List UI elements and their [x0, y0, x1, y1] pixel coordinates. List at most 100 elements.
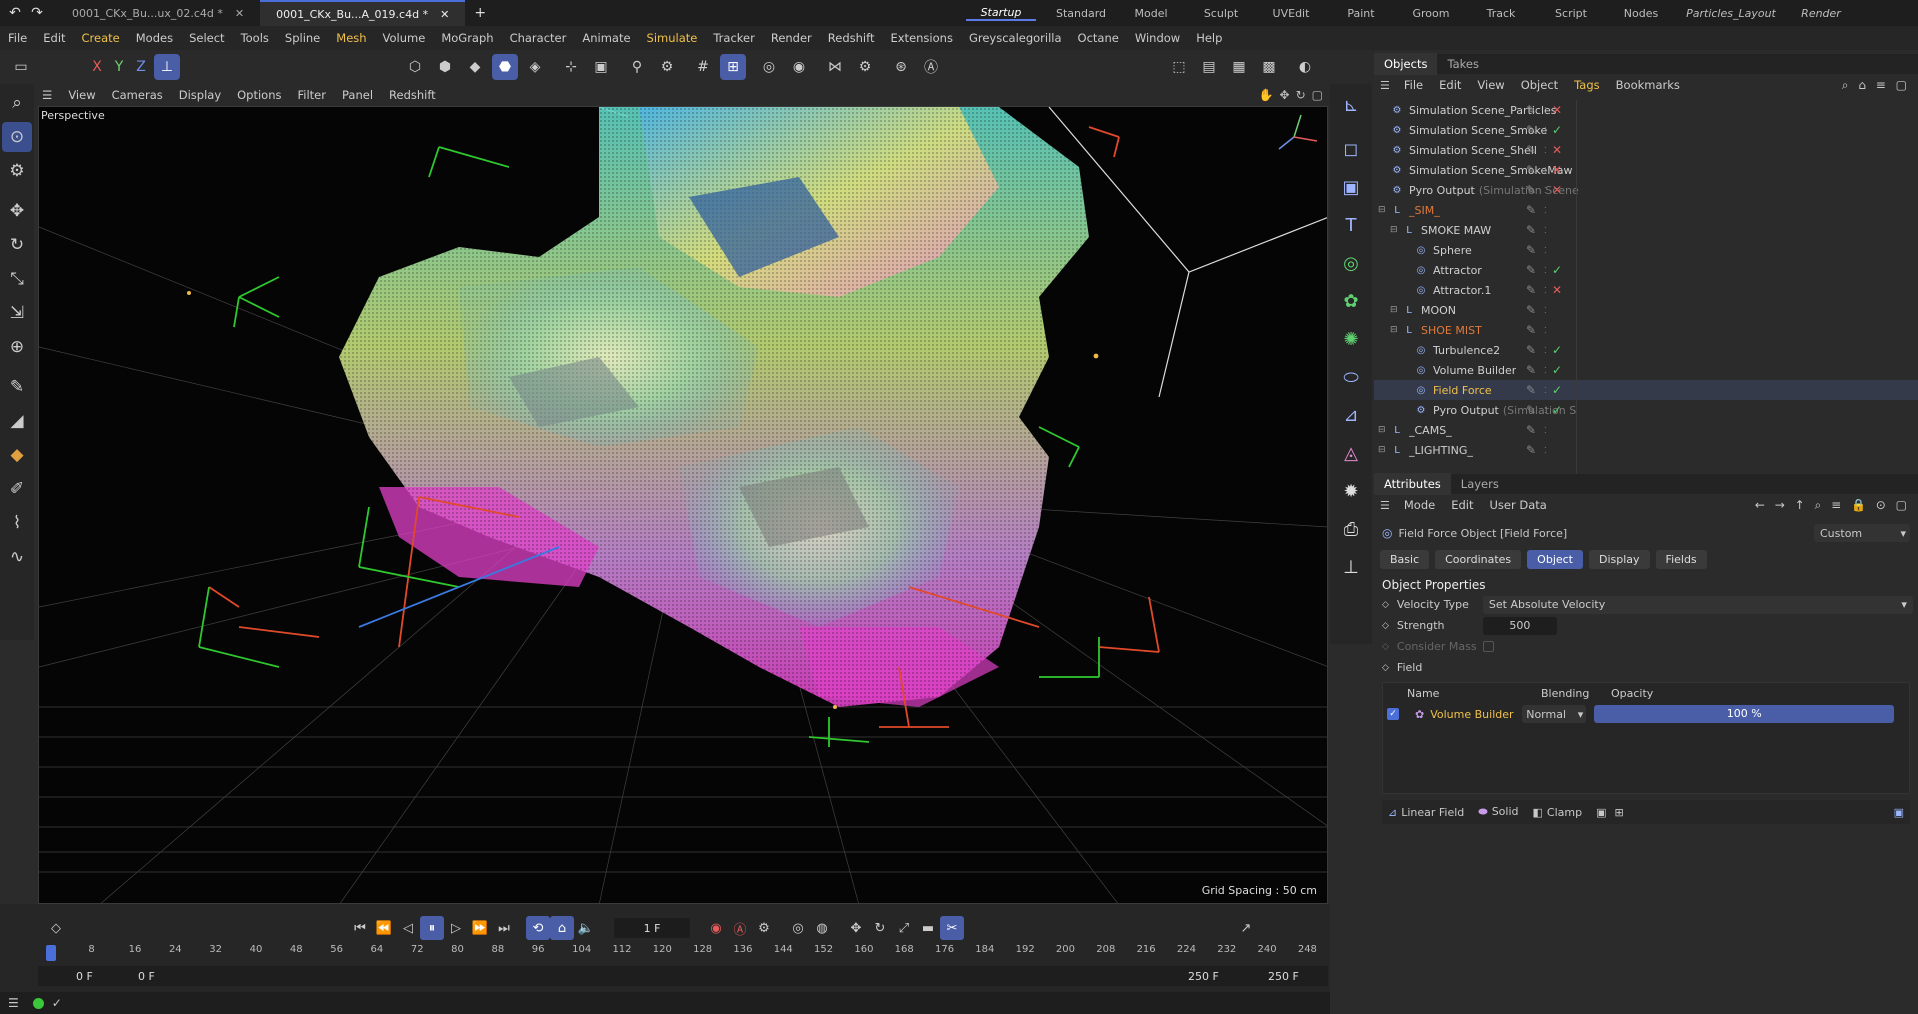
scale-tool-icon[interactable]: ⤡ [2, 264, 32, 294]
object-row[interactable]: ⚙ Simulation Scene_Smoke ✎ ⁚ ✓ [1374, 120, 1918, 140]
document-tab-1[interactable]: 0001_CKx_Bu...ux_02.c4d * ✕ [56, 0, 260, 26]
objects-menu-object[interactable]: Object [1513, 78, 1566, 92]
object-row[interactable]: ⚙ Pyro Output (Simulation S ✎ ⁚ ✓ [1374, 400, 1918, 420]
edit-icon[interactable]: ✎ [1526, 223, 1536, 237]
menu-tools[interactable]: Tools [233, 31, 277, 45]
start-frame-field[interactable]: 0 F [38, 970, 118, 983]
sound-icon[interactable]: 🔈 [574, 916, 598, 940]
object-row[interactable]: ⚙ Simulation Scene_Particles ✎ ⁚ ✕ [1374, 100, 1918, 120]
edges-mode-icon[interactable]: ⬢ [432, 54, 458, 80]
object-row[interactable]: ⚙ Simulation Scene_Shell ✎ ⁚ ✕ [1374, 140, 1918, 160]
key-param-icon[interactable]: ⤢ [892, 916, 916, 940]
object-row[interactable]: ◎ Sphere ✎ ⁚ [1374, 240, 1918, 260]
visibility-dots-icon[interactable]: ⁚ [1544, 126, 1547, 135]
preset-dropdown[interactable]: Custom ▾ [1814, 524, 1910, 542]
enabled-check-icon[interactable]: ✓ [1552, 263, 1562, 277]
deformer-icon[interactable]: ⬭ [1334, 360, 1368, 394]
viewport-menu-icon[interactable]: ☰ [34, 88, 60, 102]
paint-tool-icon[interactable]: ⌇ [2, 508, 32, 538]
lock-icon[interactable]: ◎ [756, 54, 782, 80]
menu-file[interactable]: File [0, 31, 35, 45]
visibility-dots-icon[interactable]: ⁚ [1544, 406, 1547, 415]
edit-icon[interactable]: ✎ [1526, 163, 1536, 177]
next-frame-icon[interactable]: ▷ [444, 916, 468, 940]
menu-help[interactable]: Help [1188, 31, 1230, 45]
animate-icon[interactable]: Ⓐ [918, 54, 944, 80]
edit-icon[interactable]: ✎ [1526, 183, 1536, 197]
visibility-dots-icon[interactable]: ⁚ [1544, 166, 1547, 175]
disabled-x-icon[interactable]: ✕ [1552, 143, 1562, 157]
menu-extensions[interactable]: Extensions [882, 31, 960, 45]
live-select-icon[interactable]: ⚙ [2, 156, 32, 186]
menu-modes[interactable]: Modes [128, 31, 181, 45]
end-frame-field[interactable]: 250 F [1248, 970, 1328, 983]
layout-icon[interactable]: ▭ [8, 54, 34, 80]
prev-key-icon[interactable]: ⏪ [372, 916, 396, 940]
layout-script[interactable]: Script [1536, 7, 1606, 20]
axis-z-toggle[interactable]: Z [130, 59, 152, 75]
attributes-menu-userdata[interactable]: User Data [1482, 498, 1555, 512]
object-row[interactable]: ⚙ Pyro Output (Simulation Scene ✎ ⁚ ✕ [1374, 180, 1918, 200]
rotate-view-icon[interactable]: ↻ [1296, 88, 1306, 102]
close-icon[interactable]: ✕ [440, 8, 449, 21]
maximize-view-icon[interactable]: ▢ [1312, 88, 1323, 102]
transform-tool-icon[interactable]: ⇲ [2, 298, 32, 328]
velocity-type-dropdown[interactable]: Set Absolute Velocity ▾ [1482, 595, 1913, 614]
attributes-menu-mode[interactable]: Mode [1396, 498, 1443, 512]
objects-menu-bookmarks[interactable]: Bookmarks [1608, 78, 1688, 92]
bake-icon[interactable]: ⊛ [888, 54, 914, 80]
goto-end-icon[interactable]: ⏭ [492, 916, 516, 940]
field-icon[interactable]: ⊿ [1334, 398, 1368, 432]
key-position-icon[interactable]: ◎ [786, 916, 810, 940]
menu-window[interactable]: Window [1127, 31, 1188, 45]
expand-toggle-icon[interactable]: ⊟ [1378, 425, 1390, 435]
section-coordinates[interactable]: Coordinates [1435, 549, 1522, 569]
enabled-check-icon[interactable]: ✓ [1552, 363, 1562, 377]
enabled-check-icon[interactable]: ✓ [1552, 403, 1562, 417]
tab-objects[interactable]: Objects [1374, 53, 1438, 75]
edit-icon[interactable]: ✎ [1526, 283, 1536, 297]
consider-mass-checkbox[interactable] [1482, 641, 1494, 652]
blending-dropdown[interactable]: Normal ▾ [1522, 705, 1587, 723]
texture-mode-icon[interactable]: ◈ [522, 54, 548, 80]
polygon-pen-icon[interactable]: ✎ [2, 372, 32, 402]
layout-sculpt[interactable]: Sculpt [1186, 7, 1256, 20]
record-icon[interactable]: ◉ [704, 916, 728, 940]
generator-icon[interactable]: ◎ [1334, 246, 1368, 280]
camera-icon[interactable]: ⎙ [1334, 512, 1368, 546]
object-row[interactable]: ⊟ L _CAMS_ ✎ ⁚ [1374, 420, 1918, 440]
object-row[interactable]: ⊟ L MOON ✎ ⁚ [1374, 300, 1918, 320]
filter-icon[interactable]: ≡ [1876, 78, 1886, 92]
viewport-menu-display[interactable]: Display [171, 88, 229, 102]
loop-icon[interactable]: ⟲ [526, 916, 550, 940]
diamond-icon[interactable]: ◇ [1382, 663, 1389, 673]
visibility-dots-icon[interactable]: ⁚ [1544, 146, 1547, 155]
visibility-dots-icon[interactable]: ⁚ [1544, 346, 1547, 355]
field-list-row[interactable]: ✓ ✿ Volume Builder Normal ▾ 100 % [1383, 703, 1909, 725]
viewport-menu-options[interactable]: Options [229, 88, 289, 102]
model-mode-icon[interactable]: ⬣ [492, 54, 518, 80]
visibility-dots-icon[interactable]: ⁚ [1544, 106, 1547, 115]
visibility-dots-icon[interactable]: ⁚ [1544, 306, 1547, 315]
menu-character[interactable]: Character [502, 31, 575, 45]
axis-mode-icon[interactable]: ⊹ [558, 54, 584, 80]
move-view-icon[interactable]: ✥ [1280, 88, 1290, 102]
back-arrow-icon[interactable]: ← [1755, 498, 1765, 512]
layout-track[interactable]: Track [1466, 7, 1536, 20]
visibility-dots-icon[interactable]: ⁚ [1544, 446, 1547, 455]
floor-icon[interactable]: ⊥ [1334, 550, 1368, 584]
coordinate-system-icon[interactable]: ⊥ [154, 54, 180, 80]
sculpt-icon[interactable]: ◉ [786, 54, 812, 80]
disabled-x-icon[interactable]: ✕ [1552, 183, 1562, 197]
menu-spline[interactable]: Spline [277, 31, 328, 45]
field-list-options-icon[interactable]: ▣ [1894, 806, 1904, 819]
layout-groom[interactable]: Groom [1396, 7, 1466, 20]
diamond-icon[interactable]: ◇ [1382, 621, 1389, 631]
edit-icon[interactable]: ✎ [1526, 363, 1536, 377]
menu-select[interactable]: Select [181, 31, 232, 45]
render-settings-icon[interactable]: ◐ [1292, 54, 1318, 80]
menu-tracker[interactable]: Tracker [705, 31, 763, 45]
disabled-x-icon[interactable]: ✕ [1552, 103, 1562, 117]
edit-icon[interactable]: ✎ [1526, 383, 1536, 397]
object-row[interactable]: ⊟ L _LIGHTING_ ✎ ⁚ [1374, 440, 1918, 460]
